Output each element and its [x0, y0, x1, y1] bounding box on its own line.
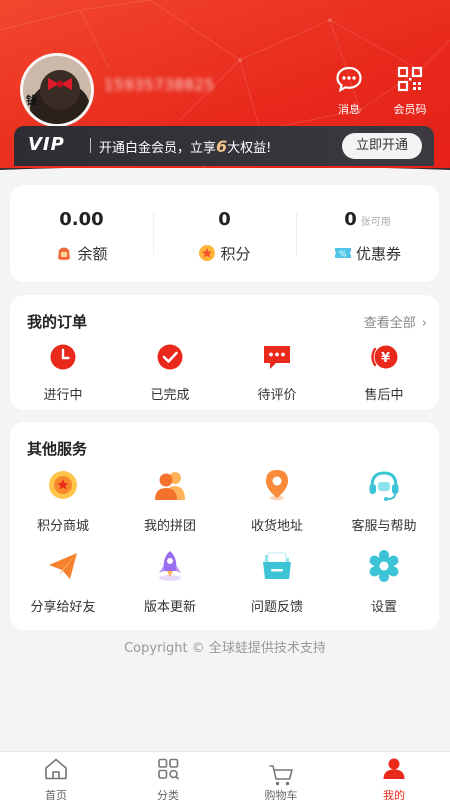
tab-cart-label: 购物车 [264, 789, 298, 800]
chevron-right-icon: › [421, 316, 427, 331]
service-points-mall[interactable]: 积分商城 [13, 468, 113, 534]
coupon-icon: % [334, 248, 351, 259]
headset-icon [369, 471, 399, 501]
service-group-buy-label: 我的拼团 [143, 519, 196, 534]
order-to-review[interactable]: 待评价 [237, 343, 317, 403]
service-settings[interactable]: 设置 [334, 549, 434, 615]
other-services-card: 其他服务 积分商城 我的拼团 收货地址 客服与帮助 分享给好友 版本更新 问题反… [10, 422, 439, 630]
bottom-tab-bar: 首页 分类 购物车 我的 [0, 751, 450, 800]
coupon-available-label: 张可用 [360, 217, 391, 228]
location-icon [266, 470, 288, 501]
account-stats-card: 0.00 余额 0 积分 0 张可用 % 优惠券 [10, 185, 439, 282]
view-all-orders-link[interactable]: 查看全部 › [364, 312, 427, 331]
tab-cart[interactable]: 购物车 [225, 757, 337, 800]
vip-benefit-count: 6 [216, 137, 228, 156]
coupon-value: 0 [344, 209, 357, 230]
vip-divider [90, 138, 91, 153]
clock-icon [50, 344, 76, 370]
category-icon [158, 758, 180, 780]
avatar[interactable]: 钱 [20, 53, 94, 127]
copyright-text: Copyright © 全球蛙提供技术支持 [124, 641, 326, 656]
services-title: 其他服务 [27, 440, 88, 458]
tab-home[interactable]: 首页 [0, 757, 112, 800]
vip-banner[interactable]: VIP 开通白金会员，立享6大权益! 立即开通 [14, 126, 434, 166]
tab-mine-label: 我的 [383, 789, 405, 800]
order-after-sales-label: 售后中 [364, 388, 404, 403]
service-share-friends[interactable]: 分享给好友 [13, 549, 113, 615]
orders-title: 我的订单 [27, 313, 88, 331]
refund-icon: ¥ [371, 345, 398, 369]
coupon-label: 优惠券 [355, 245, 401, 263]
service-version-update-label: 版本更新 [143, 600, 196, 615]
messages-label: 消息 [338, 103, 360, 116]
order-in-progress[interactable]: 进行中 [23, 343, 103, 403]
balance-label: 余额 [77, 245, 108, 263]
feedback-icon [263, 552, 291, 579]
wallet-icon [58, 247, 71, 260]
service-customer-help[interactable]: 客服与帮助 [334, 468, 434, 534]
comment-icon [264, 346, 290, 369]
points-label: 积分 [220, 245, 251, 263]
coupon-stat[interactable]: 0 张可用 % 优惠券 [296, 185, 439, 282]
tab-category[interactable]: 分类 [112, 757, 224, 800]
rocket-icon [159, 551, 181, 581]
settings-icon [369, 550, 399, 582]
balance-stat[interactable]: 0.00 余额 [10, 185, 153, 282]
service-shipping-address[interactable]: 收货地址 [227, 468, 327, 534]
service-points-mall-label: 积分商城 [36, 519, 89, 534]
vip-text-before: 开通白金会员，立享 [99, 141, 217, 156]
order-after-sales[interactable]: ¥ 售后中 [344, 343, 424, 403]
svg-text:%: % [339, 250, 347, 259]
coupon-count-row: 0 张可用 [296, 209, 439, 230]
order-completed[interactable]: 已完成 [130, 343, 210, 403]
order-to-review-label: 待评价 [257, 388, 297, 403]
share-icon [49, 553, 77, 579]
home-icon [45, 758, 67, 780]
vip-open-button[interactable]: 立即开通 [342, 133, 422, 159]
check-icon [157, 344, 183, 370]
service-group-buy[interactable]: 我的拼团 [120, 468, 220, 534]
balance-label-row: 余额 [10, 243, 153, 264]
points-mall-icon [49, 471, 77, 499]
svg-text:¥: ¥ [381, 351, 390, 366]
service-share-friends-label: 分享给好友 [30, 600, 96, 615]
points-label-row: 积分 [153, 243, 296, 264]
order-completed-label: 已完成 [150, 388, 190, 403]
points-stat[interactable]: 0 积分 [153, 185, 296, 282]
member-code-button[interactable]: 会员码 [382, 64, 438, 117]
tab-home-label: 首页 [45, 789, 67, 800]
service-customer-help-label: 客服与帮助 [351, 519, 417, 534]
message-icon [336, 66, 362, 93]
group-buy-icon [155, 472, 185, 500]
service-feedback[interactable]: 问题反馈 [227, 549, 327, 615]
points-value: 0 [218, 209, 231, 230]
service-shipping-address-label: 收货地址 [250, 519, 303, 534]
svg-text:钱: 钱 [26, 93, 37, 107]
qr-code-icon [397, 66, 423, 92]
messages-button[interactable]: 消息 [321, 64, 377, 117]
cart-icon [269, 765, 293, 786]
vip-text-after: 大权益! [227, 141, 272, 156]
member-code-label: 会员码 [393, 103, 427, 116]
order-in-progress-label: 进行中 [43, 388, 83, 403]
user-phone: 15935738825 [104, 76, 215, 94]
balance-value: 0.00 [59, 209, 104, 230]
vip-promo-text: 开通白金会员，立享6大权益! [99, 137, 271, 156]
my-orders-card: 我的订单 查看全部 › 进行中 已完成 待评价 ¥ 售后中 [10, 295, 439, 410]
coupon-label-row: % 优惠券 [296, 243, 439, 264]
service-version-update[interactable]: 版本更新 [120, 549, 220, 615]
points-icon [199, 245, 216, 261]
vip-logo: VIP [28, 134, 65, 155]
tab-category-label: 分类 [157, 789, 179, 800]
service-feedback-label: 问题反馈 [250, 600, 303, 615]
tab-mine[interactable]: 我的 [338, 757, 450, 800]
service-settings-label: 设置 [370, 600, 397, 615]
profile-icon [383, 758, 405, 779]
view-all-label: 查看全部 [363, 316, 416, 331]
